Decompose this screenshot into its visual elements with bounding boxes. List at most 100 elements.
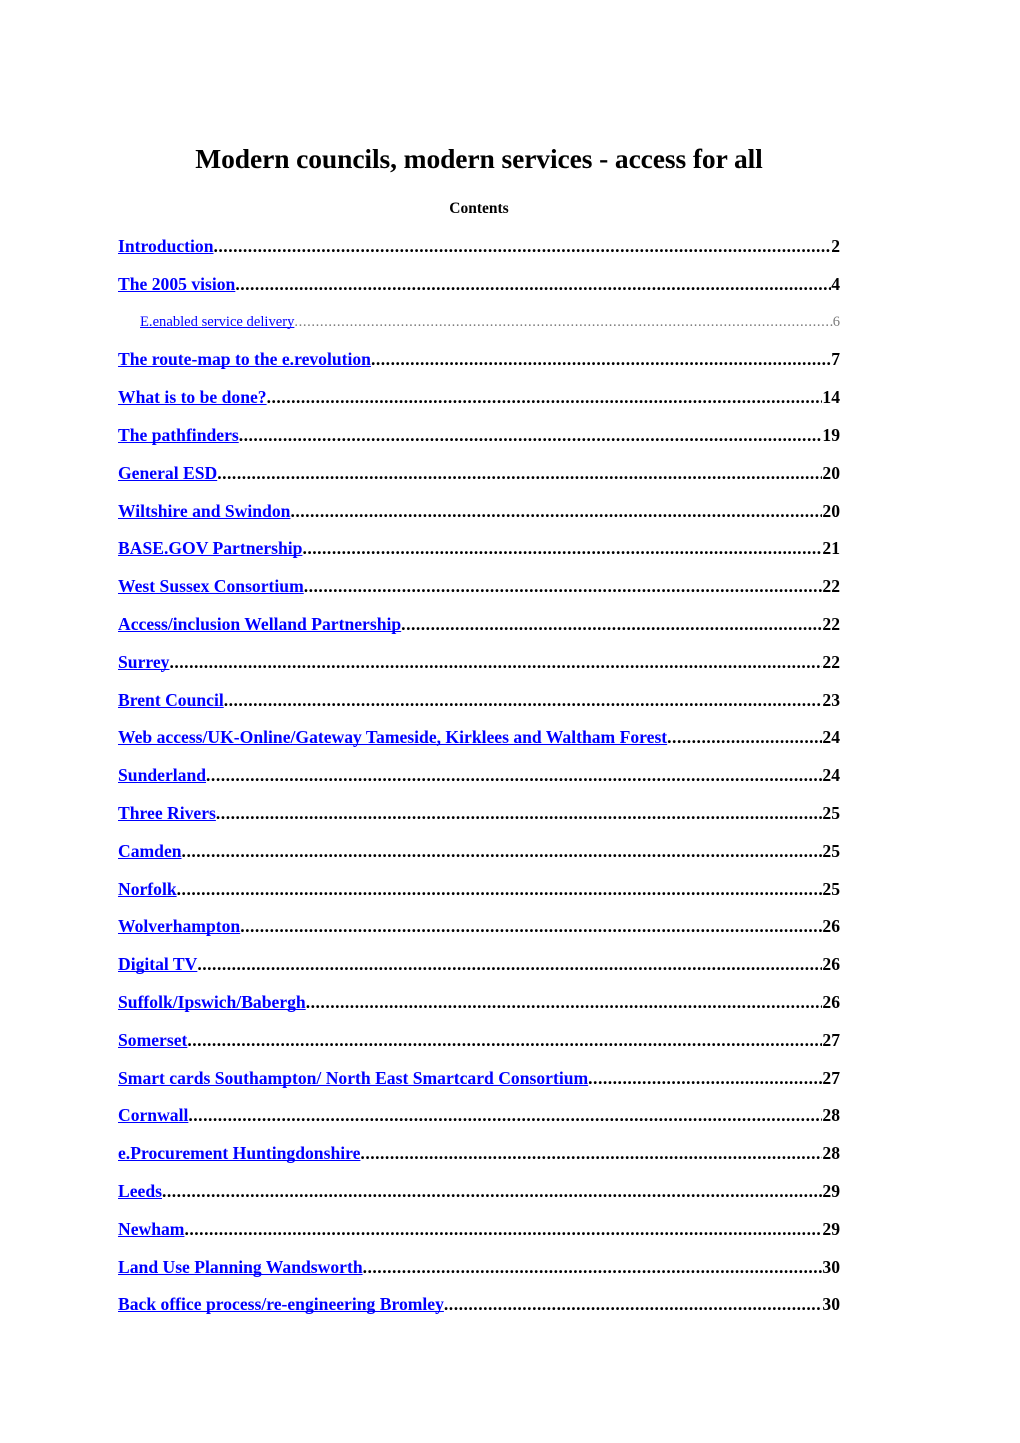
toc-entry[interactable]: E.enabled service delivery..............… [118, 310, 840, 348]
toc-entry-label[interactable]: Leeds [118, 1179, 162, 1203]
toc-entry-label[interactable]: BASE.GOV Partnership [118, 536, 302, 560]
toc-entry[interactable]: Cornwall................................… [118, 1103, 840, 1141]
toc-entry-page-number: 24 [822, 765, 840, 786]
toc-dot-leader: ........................................… [213, 236, 832, 256]
toc-entry[interactable]: Surrey..................................… [118, 650, 840, 688]
toc-entry[interactable]: Web access/UK-Online/Gateway Tameside, K… [118, 725, 840, 763]
toc-dot-leader: ........................................… [303, 576, 823, 597]
toc-entry[interactable]: Sunderland..............................… [118, 763, 840, 801]
toc-entry-page-number: 20 [822, 462, 840, 483]
toc-entry-label[interactable]: Digital TV [118, 952, 197, 976]
toc-dot-leader: ........................................… [235, 273, 831, 294]
toc-entry-label[interactable]: General ESD [118, 461, 217, 485]
toc-dot-leader: ........................................… [667, 727, 822, 748]
toc-entry-page-number: 4 [831, 273, 840, 294]
toc-entry-page-number: 22 [822, 613, 840, 634]
toc-entry[interactable]: Back office process/re-engineering Broml… [118, 1292, 840, 1330]
toc-entry-label[interactable]: Suffolk/Ipswich/Babergh [118, 990, 306, 1014]
toc-entry[interactable]: e.Procurement Huntingdonshire...........… [118, 1141, 840, 1179]
toc-entry[interactable]: Smart cards Southampton/ North East Smar… [118, 1066, 840, 1104]
toc-entry-label[interactable]: Norfolk [118, 877, 177, 901]
toc-dot-leader: ........................................… [238, 424, 823, 445]
toc-dot-leader: ........................................… [294, 313, 833, 330]
toc-entry-label[interactable]: Smart cards Southampton/ North East Smar… [118, 1066, 588, 1090]
toc-entry[interactable]: Land Use Planning Wandsworth............… [118, 1255, 840, 1293]
toc-dot-leader: ........................................… [217, 462, 822, 483]
toc-dot-leader: ........................................… [187, 1029, 822, 1050]
toc-entry-page-number: 27 [822, 1029, 840, 1050]
toc-entry-page-number: 19 [822, 424, 840, 445]
toc-entry-page-number: 25 [822, 878, 840, 899]
toc-entry-label[interactable]: Sunderland [118, 763, 206, 787]
toc-entry-page-number: 30 [822, 1294, 840, 1315]
toc-entry-page-number: 28 [822, 1105, 840, 1126]
toc-entry-label[interactable]: E.enabled service delivery [140, 310, 294, 334]
toc-entry-page-number: 27 [822, 1067, 840, 1088]
toc-entry-label[interactable]: Newham [118, 1217, 184, 1241]
toc-entry-label[interactable]: e.Procurement Huntingdonshire [118, 1141, 360, 1165]
toc-entry[interactable]: Camden..................................… [118, 839, 840, 877]
toc-entry[interactable]: Leeds...................................… [118, 1179, 840, 1217]
toc-entry[interactable]: The route-map to the e.revolution.......… [118, 347, 840, 385]
toc-entry-label[interactable]: The pathfinders [118, 423, 239, 447]
toc-dot-leader: ........................................… [188, 1105, 822, 1126]
toc-entry-page-number: 26 [822, 916, 840, 937]
toc-entry-page-number: 2 [831, 236, 840, 256]
toc-entry-page-number: 20 [822, 500, 840, 521]
toc-entry[interactable]: Wolverhampton...........................… [118, 914, 840, 952]
toc-entry[interactable]: BASE.GOV Partnership....................… [118, 536, 840, 574]
toc-entry-label[interactable]: Brent Council [118, 688, 224, 712]
toc-entry-label[interactable]: Web access/UK-Online/Gateway Tameside, K… [118, 725, 667, 749]
toc-entry-label[interactable]: Surrey [118, 650, 169, 674]
toc-entry-label[interactable]: Introduction [118, 234, 214, 258]
toc-entry-page-number: 25 [822, 840, 840, 861]
toc-entry[interactable]: General ESD.............................… [118, 461, 840, 499]
toc-entry-page-number: 25 [822, 802, 840, 823]
toc-entry-page-number: 7 [831, 349, 840, 370]
toc-dot-leader: ........................................… [197, 954, 823, 975]
toc-dot-leader: ........................................… [588, 1067, 822, 1088]
toc-entry-label[interactable]: West Sussex Consortium [118, 574, 304, 598]
toc-entry-label[interactable]: Access/inclusion Welland Partnership [118, 612, 401, 636]
toc-entry[interactable]: Somerset................................… [118, 1028, 840, 1066]
toc-dot-leader: ........................................… [181, 840, 823, 861]
toc-entry[interactable]: Brent Council...........................… [118, 688, 840, 726]
toc-entry[interactable]: Newham..................................… [118, 1217, 840, 1255]
toc-dot-leader: ........................................… [290, 500, 823, 521]
toc-entry[interactable]: Suffolk/Ipswich/Babergh.................… [118, 990, 840, 1028]
toc-entry-label[interactable]: What is to be done? [118, 385, 267, 409]
toc-dot-leader: ........................................… [305, 991, 823, 1012]
toc-dot-leader: ........................................… [169, 651, 822, 672]
toc-entry[interactable]: The pathfinders.........................… [118, 423, 840, 461]
toc-dot-leader: ........................................… [360, 1143, 822, 1164]
toc-entry-page-number: 22 [822, 576, 840, 597]
toc-entry[interactable]: The 2005 vision.........................… [118, 272, 840, 310]
toc-entry[interactable]: Introduction............................… [118, 234, 840, 272]
toc-entry-page-number: 23 [822, 689, 840, 710]
table-of-contents: Introduction............................… [118, 234, 840, 1330]
toc-dot-leader: ........................................… [362, 1256, 823, 1277]
toc-entry[interactable]: Access/inclusion Welland Partnership....… [118, 612, 840, 650]
toc-entry-label[interactable]: Wiltshire and Swindon [118, 499, 290, 523]
toc-entry[interactable]: West Sussex Consortium..................… [118, 574, 840, 612]
toc-entry-label[interactable]: Land Use Planning Wandsworth [118, 1255, 363, 1279]
toc-entry-label[interactable]: The 2005 vision [118, 272, 235, 296]
toc-entry-label[interactable]: Back office process/re-engineering Broml… [118, 1292, 444, 1316]
toc-entry[interactable]: What is to be done?.....................… [118, 385, 840, 423]
toc-dot-leader: ........................................… [401, 613, 823, 634]
toc-entry-label[interactable]: Three Rivers [118, 801, 216, 825]
toc-entry-label[interactable]: Camden [118, 839, 182, 863]
toc-dot-leader: ........................................… [184, 1218, 822, 1239]
toc-entry-page-number: 22 [822, 651, 840, 672]
toc-entry[interactable]: Digital TV..............................… [118, 952, 840, 990]
toc-entry-label[interactable]: Wolverhampton [118, 914, 240, 938]
toc-entry[interactable]: Norfolk.................................… [118, 877, 840, 915]
toc-entry-label[interactable]: Somerset [118, 1028, 187, 1052]
toc-entry-label[interactable]: Cornwall [118, 1103, 188, 1127]
toc-dot-leader: ........................................… [240, 916, 823, 937]
toc-entry[interactable]: Three Rivers............................… [118, 801, 840, 839]
toc-entry-label[interactable]: The route-map to the e.revolution [118, 347, 371, 371]
toc-dot-leader: ........................................… [302, 538, 823, 559]
page-title: Modern councils, modern services - acces… [195, 143, 763, 175]
toc-entry[interactable]: Wiltshire and Swindon...................… [118, 499, 840, 537]
